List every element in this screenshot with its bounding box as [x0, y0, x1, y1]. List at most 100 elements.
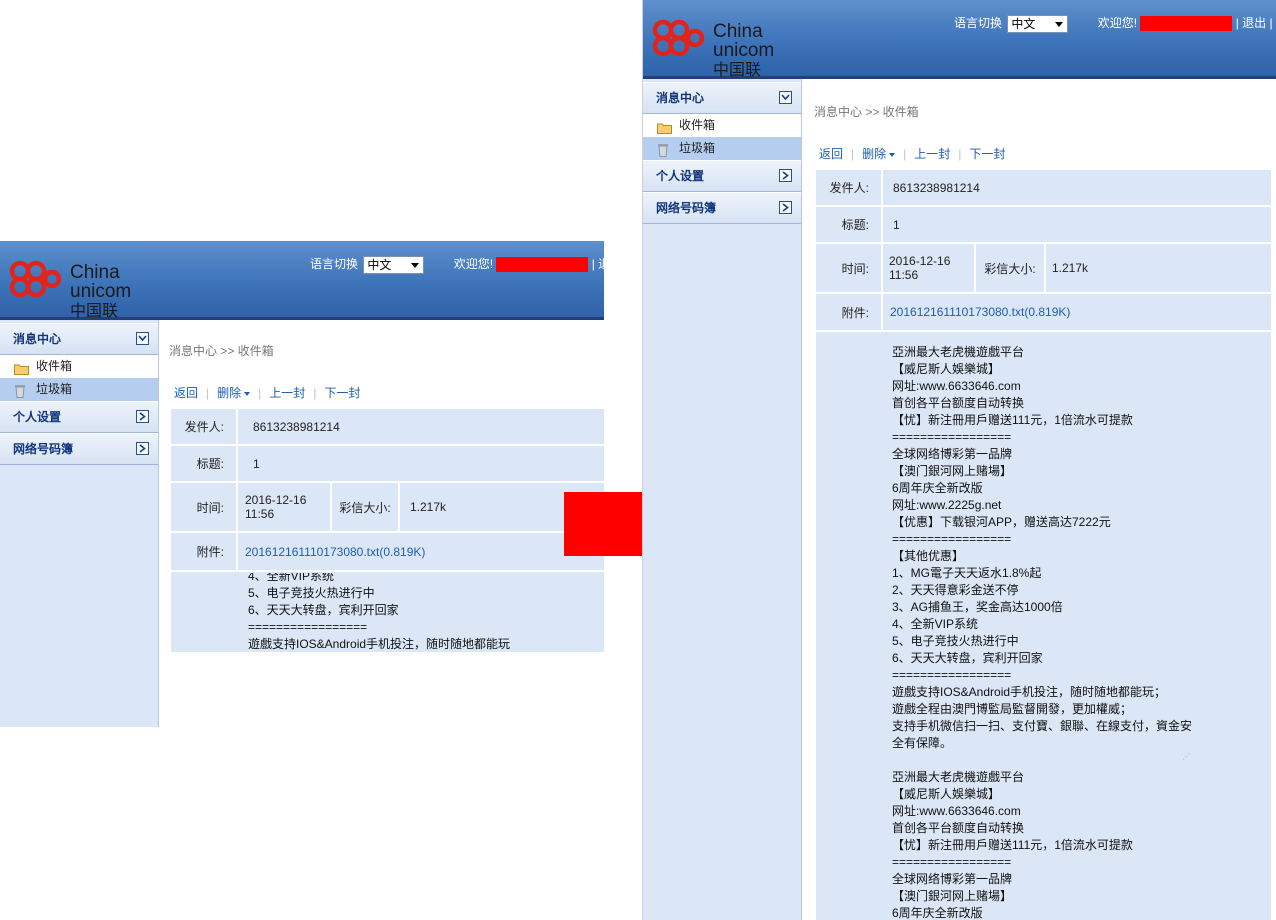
size-label: 彩信大小: [984, 261, 1036, 276]
sender-value: 8613238981214 [893, 180, 980, 195]
attachment-link[interactable]: 201612161110173080.txt(0.819K) [245, 545, 425, 559]
language-select[interactable]: 中文 [363, 255, 425, 274]
time-value: 2016-12-16 11:56 [245, 493, 307, 521]
comparison-stage: China unicom中国联通 语言切换 中文 欢迎您! | 退 消息中心 [0, 0, 1276, 920]
redacted-username [1140, 16, 1233, 32]
collapse-icon[interactable] [779, 91, 792, 104]
language-select[interactable]: 中文 [1007, 14, 1069, 33]
body-line: 【澳门銀河网上赌場】 [892, 889, 1013, 903]
subject-value: 1 [253, 456, 260, 471]
attachment-link[interactable]: 201612161110173080.txt(0.819K) [890, 305, 1070, 319]
body-line: 网址:www.6633646.com [892, 379, 1021, 393]
chevron-down-icon [411, 262, 420, 268]
body-line: ================= [892, 430, 1012, 444]
message-toolbar: 返回 | 删除 | 上一封 | 下一封 [819, 147, 1006, 161]
unicom-knot-icon [652, 19, 705, 57]
collapse-icon[interactable] [136, 332, 149, 345]
expand-icon[interactable] [136, 442, 149, 455]
body-line: ================= [892, 668, 1012, 682]
body-line: 遊戲支持IOS&Android手机投注，随时随地都能玩 [248, 637, 511, 651]
redacted-username [496, 257, 589, 273]
subject-row: 标题: 1 [171, 446, 604, 483]
time-label: 时间: [196, 500, 224, 515]
sidebar-item-trash[interactable]: 垃圾箱 [0, 378, 158, 401]
time-label: 时间: [841, 261, 869, 276]
sidebar-item-inbox[interactable]: 收件箱 [0, 355, 158, 378]
expand-icon[interactable] [779, 169, 792, 182]
attachment-row: 附件: 201612161110173080.txt(0.819K) [816, 294, 1271, 332]
body-line: 网址:www.2225g.net [892, 498, 1002, 512]
sender-row: 发件人: 8613238981214 [816, 170, 1271, 207]
sidebar-item-trash[interactable]: 垃圾箱 [643, 137, 801, 160]
attachment-label: 附件: [196, 545, 224, 559]
next-message-link[interactable]: 下一封 [969, 147, 1005, 161]
delete-dropdown[interactable]: 删除 [862, 147, 896, 161]
body-line: ================= [248, 620, 368, 634]
logout-link[interactable]: | 退 [592, 257, 604, 271]
unicom-knot-icon [9, 260, 62, 298]
body-line: 【忧】新注冊用戶赠送111元，1倍流水可提款 [892, 838, 1133, 852]
time-row: 时间: 2016-12-16 11:56 彩信大小: 1.217k [171, 483, 604, 533]
expand-icon[interactable] [779, 201, 792, 214]
next-message-link[interactable]: 下一封 [324, 386, 360, 400]
sidebar-section-personal-settings[interactable]: 个人设置 [0, 401, 158, 433]
body-line: 4、全新VIP系统 [892, 617, 979, 631]
message-body-cropped: 4、全新VIP系统 5、电子竞技火热进行中 6、天天大转盘，宾利开回家 ====… [171, 572, 604, 652]
sidebar-section-address-book[interactable]: 网络号码簿 [0, 433, 158, 465]
message-detail: 发件人: 8613238981214 标题: 1 时间: 2016-12-16 1… [171, 409, 604, 652]
china-unicom-logo: China unicom中国联通 [649, 14, 774, 99]
body-line: 【澳门銀河网上赌場】 [892, 464, 1013, 478]
body-line: 遊戲全程由澳門博監局監督開發，更加權威； [892, 702, 1133, 716]
message-toolbar: 返回 | 删除 | 上一封 | 下一封 [174, 386, 361, 400]
sidebar-section-personal-settings[interactable]: 个人设置 [643, 160, 801, 192]
attachment-row: 附件: 201612161110173080.txt(0.819K) [171, 533, 604, 572]
body-line: 5、电子竞技火热进行中 [248, 586, 375, 600]
message-body: 亞洲最大老虎機遊戲平台 【威尼斯人娛樂城】 网址:www.6633646.com 首创… [816, 332, 1271, 920]
delete-dropdown[interactable]: 删除 [217, 386, 251, 400]
prev-message-link[interactable]: 上一封 [269, 386, 305, 400]
body-line: 亞洲最大老虎機遊戲平台 [892, 345, 1025, 359]
sender-row: 发件人: 8613238981214 [171, 409, 604, 446]
body-line: 首创各平台额度自动转换 [892, 821, 1025, 835]
sidebar-section-message-center[interactable]: 消息中心 [643, 82, 801, 114]
body-line: 网址:www.6633646.com [892, 804, 1021, 818]
body-line: 6周年庆全新改版 [892, 906, 983, 920]
back-link[interactable]: 返回 [819, 147, 843, 161]
header-user-area: 语言切换 中文 欢迎您! | 退 [310, 255, 604, 274]
message-detail: 发件人: 8613238981214 标题: 1 时间: 2016-12-16 1… [816, 170, 1271, 920]
china-unicom-logo: China unicom中国联通 [6, 255, 131, 340]
expand-icon[interactable] [136, 410, 149, 423]
sidebar-section-address-book[interactable]: 网络号码簿 [643, 192, 801, 224]
size-label: 彩信大小: [339, 500, 391, 515]
body-line: ================= [892, 855, 1012, 869]
body-line: 1、MG電子天天返水1.8%起 [892, 566, 1042, 580]
back-link[interactable]: 返回 [174, 386, 198, 400]
time-value: 2016-12-16 11:56 [889, 254, 951, 282]
logout-link[interactable]: | 退出 | [1236, 16, 1273, 30]
body-line: 首创各平台额度自动转换 [892, 396, 1025, 410]
body-line: 6、天天大转盘，宾利开回家 [892, 651, 1043, 665]
subject-row: 标题: 1 [816, 207, 1271, 244]
size-value: 1.217k [1052, 261, 1089, 275]
header-bar: China unicom中国联通 语言切换 中文 欢迎您! | 退出 | 帮 [643, 0, 1276, 99]
welcome-text: 欢迎您! [1097, 16, 1138, 30]
body-line: 2、天天得意彩金送不停 [892, 583, 1019, 597]
caret-down-icon [244, 391, 251, 396]
language-label: 语言切换 [954, 16, 1003, 30]
body-line [892, 752, 1192, 769]
body-line: 3、AG捕鱼王，奖金高达1000倍 [892, 600, 1063, 614]
body-line: 全球网络博彩第一品牌 [892, 872, 1013, 886]
header-user-area: 语言切换 中文 欢迎您! | 退出 | 帮 [954, 14, 1276, 33]
sender-label: 发件人: [184, 420, 224, 434]
body-line: 全球网络博彩第一品牌 [892, 447, 1013, 461]
subject-value: 1 [893, 217, 900, 232]
sidebar-item-inbox[interactable]: 收件箱 [643, 114, 801, 137]
sidebar-section-message-center[interactable]: 消息中心 [0, 323, 158, 355]
header-bar: China unicom中国联通 语言切换 中文 欢迎您! | 退 [0, 241, 604, 340]
sender-value: 8613238981214 [253, 419, 340, 434]
sender-label: 发件人: [829, 181, 869, 195]
prev-message-link[interactable]: 上一封 [914, 147, 950, 161]
body-line: 6、天天大转盘，宾利开回家 [248, 603, 399, 617]
body-line: 遊戲支持IOS&Android手机投注，随时随地都能玩； [892, 685, 1167, 699]
body-line: 【优惠】下载银河APP，赠送高达7222元 [892, 515, 1111, 529]
